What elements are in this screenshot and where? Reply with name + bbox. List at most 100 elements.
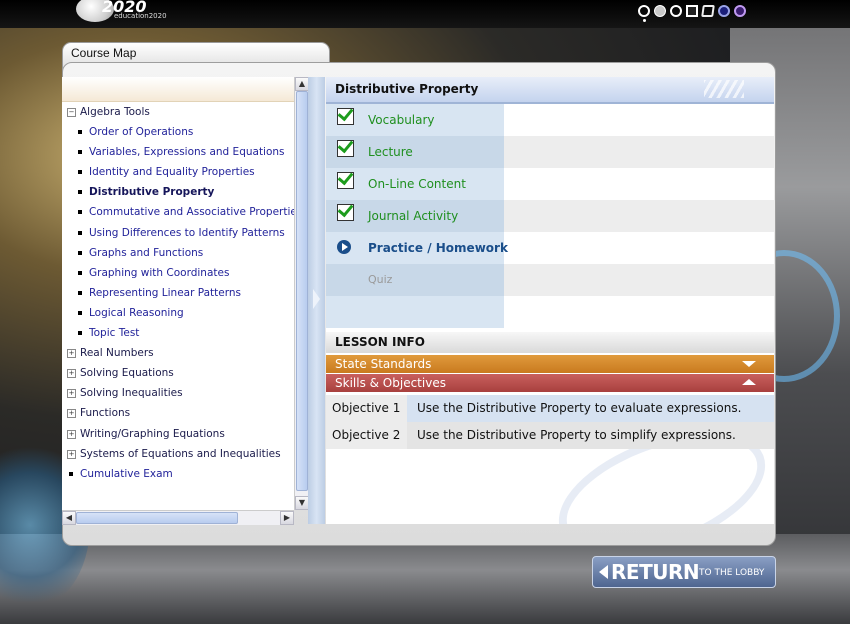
activity-row[interactable]: Lecture <box>326 136 774 168</box>
collapse-minus-icon[interactable]: − <box>67 108 76 117</box>
tree-lesson-item[interactable]: Using Differences to Identify Patterns <box>62 223 294 243</box>
tree-unit-node[interactable]: + Writing/Graphing Equations <box>62 424 294 444</box>
activity-cell <box>326 264 504 296</box>
tree-item-label: Solving Equations <box>80 367 174 380</box>
checkmark-icon <box>337 172 354 189</box>
pane-splitter[interactable] <box>308 77 325 524</box>
tree-lesson-item[interactable]: Representing Linear Patterns <box>62 283 294 303</box>
objective-row: Objective 1 Use the Distributive Propert… <box>326 395 774 422</box>
tree-item-label: Graphs and Functions <box>89 246 204 259</box>
objective-text: Use the Distributive Property to simplif… <box>407 422 774 449</box>
return-sublabel: TO THE LOBBY <box>699 568 765 578</box>
horizontal-scroll-thumb[interactable] <box>76 512 238 524</box>
tree-item-label: Algebra Tools <box>80 106 150 118</box>
bullet-icon <box>78 331 82 336</box>
tree-unit-node[interactable]: + Functions <box>62 403 294 423</box>
return-label: RETURN <box>611 560 700 584</box>
activity-label[interactable]: Journal Activity <box>368 200 458 232</box>
tree-lesson-item[interactable]: Graphs and Functions <box>62 243 294 263</box>
tree-lesson-item[interactable]: Logical Reasoning <box>62 303 294 323</box>
tree-lesson-item[interactable]: Graphing with Coordinates <box>62 263 294 283</box>
tree-unit-node[interactable]: + Real Numbers <box>62 343 294 363</box>
bullet-icon <box>78 130 82 135</box>
activity-row-empty <box>326 296 774 328</box>
expand-plus-icon[interactable]: + <box>67 369 76 379</box>
tree-exam-item[interactable]: Cumulative Exam <box>62 464 294 484</box>
tree-item-label: Representing Linear Patterns <box>89 286 241 299</box>
bullet-icon <box>78 270 82 275</box>
tree-lesson-item[interactable]: Distributive Property <box>62 182 294 202</box>
vertical-scroll-thumb[interactable] <box>296 91 308 491</box>
expand-down-icon[interactable] <box>742 361 756 367</box>
activity-label[interactable]: On-Line Content <box>368 168 466 200</box>
expand-plus-icon[interactable]: + <box>67 349 76 359</box>
expand-plus-icon[interactable]: + <box>67 389 76 399</box>
activity-row[interactable]: Vocabulary <box>326 104 774 136</box>
tree-item-label: Identity and Equality Properties <box>89 166 255 179</box>
tree-vertical-scrollbar[interactable]: ▲ ▼ <box>294 77 309 510</box>
course-map-title: Course Map <box>71 46 137 60</box>
course-tree-header <box>62 77 294 102</box>
tree-item-label: Variables, Expressions and Equations <box>89 146 285 159</box>
bullet-icon <box>78 170 82 175</box>
bullet-icon <box>78 290 82 295</box>
activity-list: Vocabulary Lecture On-Line Content Journal … <box>326 104 774 296</box>
scroll-down-arrow-icon[interactable]: ▼ <box>295 496 309 510</box>
collapse-arrow-icon[interactable] <box>313 289 320 309</box>
theme-square-1[interactable] <box>686 5 698 17</box>
tree-item-label: Graphing with Coordinates <box>89 266 230 279</box>
theme-dot-purple[interactable] <box>734 5 746 17</box>
activity-row[interactable]: On-Line Content <box>326 168 774 200</box>
scroll-right-arrow-icon[interactable]: ▶ <box>280 511 294 525</box>
skills-objectives-label: Skills & Objectives <box>335 376 446 390</box>
expand-plus-icon[interactable]: + <box>67 409 76 419</box>
bullet-icon <box>78 150 82 155</box>
activity-label: Quiz <box>368 273 393 286</box>
tree-item-label: Writing/Graphing Equations <box>80 427 225 440</box>
tree-lesson-item[interactable]: Topic Test <box>62 323 294 343</box>
expand-plus-icon[interactable]: + <box>67 429 76 439</box>
activity-label[interactable]: Practice / Homework <box>368 232 508 264</box>
tree-item-label: Using Differences to Identify Patterns <box>89 226 285 239</box>
collapse-up-icon[interactable] <box>742 379 756 385</box>
activity-label[interactable]: Lecture <box>368 136 413 168</box>
activity-row[interactable]: Journal Activity <box>326 200 774 232</box>
scroll-up-arrow-icon[interactable]: ▲ <box>295 77 309 91</box>
lesson-title-bar: Distributive Property <box>326 77 774 104</box>
lesson-pane: Distributive Property Vocabulary Lecture O… <box>326 77 774 524</box>
tree-lesson-item[interactable]: Identity and Equality Properties <box>62 162 294 182</box>
theme-dot-1[interactable] <box>638 5 650 17</box>
theme-square-2[interactable] <box>701 5 715 17</box>
tree-unit-node[interactable]: + Solving Equations <box>62 363 294 383</box>
bullet-icon <box>78 250 82 255</box>
activity-label[interactable]: Vocabulary <box>368 104 435 136</box>
tree-horizontal-scrollbar[interactable]: ◀ ▶ <box>62 510 294 525</box>
tree-item-label: Topic Test <box>89 327 140 340</box>
return-to-lobby-button[interactable]: RETURN TO THE LOBBY <box>592 556 776 588</box>
expand-plus-icon[interactable]: + <box>67 449 76 459</box>
tree-item-label: Systems of Equations and Inequalities <box>80 447 281 460</box>
bullet-icon <box>78 310 82 315</box>
tree-lesson-item[interactable]: Order of Operations <box>62 122 294 142</box>
tree-unit-node[interactable]: + Solving Inequalities <box>62 383 294 403</box>
activity-row[interactable]: Practice / Homework <box>326 232 774 264</box>
theme-dot-2[interactable] <box>654 5 666 17</box>
state-standards-bar[interactable]: State Standards <box>326 355 774 373</box>
checkmark-icon <box>337 204 354 221</box>
bullet-icon <box>78 230 82 235</box>
theme-dot-3[interactable] <box>670 5 682 17</box>
tree-unit-node[interactable]: + Systems of Equations and Inequalities <box>62 444 294 464</box>
objective-key: Objective 2 <box>326 422 407 449</box>
activity-row: Quiz <box>326 264 774 296</box>
tree-item-label: Functions <box>80 407 131 420</box>
skills-objectives-bar[interactable]: Skills & Objectives <box>326 374 774 392</box>
tree-lesson-item[interactable]: Variables, Expressions and Equations <box>62 142 294 162</box>
theme-dot-navy[interactable] <box>718 5 730 17</box>
return-arrow-icon <box>599 565 608 579</box>
tree-lesson-item[interactable]: Commutative and Associative Properties <box>62 202 294 222</box>
tree-unit-node[interactable]: − Algebra Tools <box>62 102 294 122</box>
scroll-left-arrow-icon[interactable]: ◀ <box>62 511 76 525</box>
checkmark-icon <box>337 140 354 157</box>
course-tree: − Algebra Tools Order of Operations Variabl… <box>62 77 294 510</box>
checkmark-icon <box>337 108 354 125</box>
